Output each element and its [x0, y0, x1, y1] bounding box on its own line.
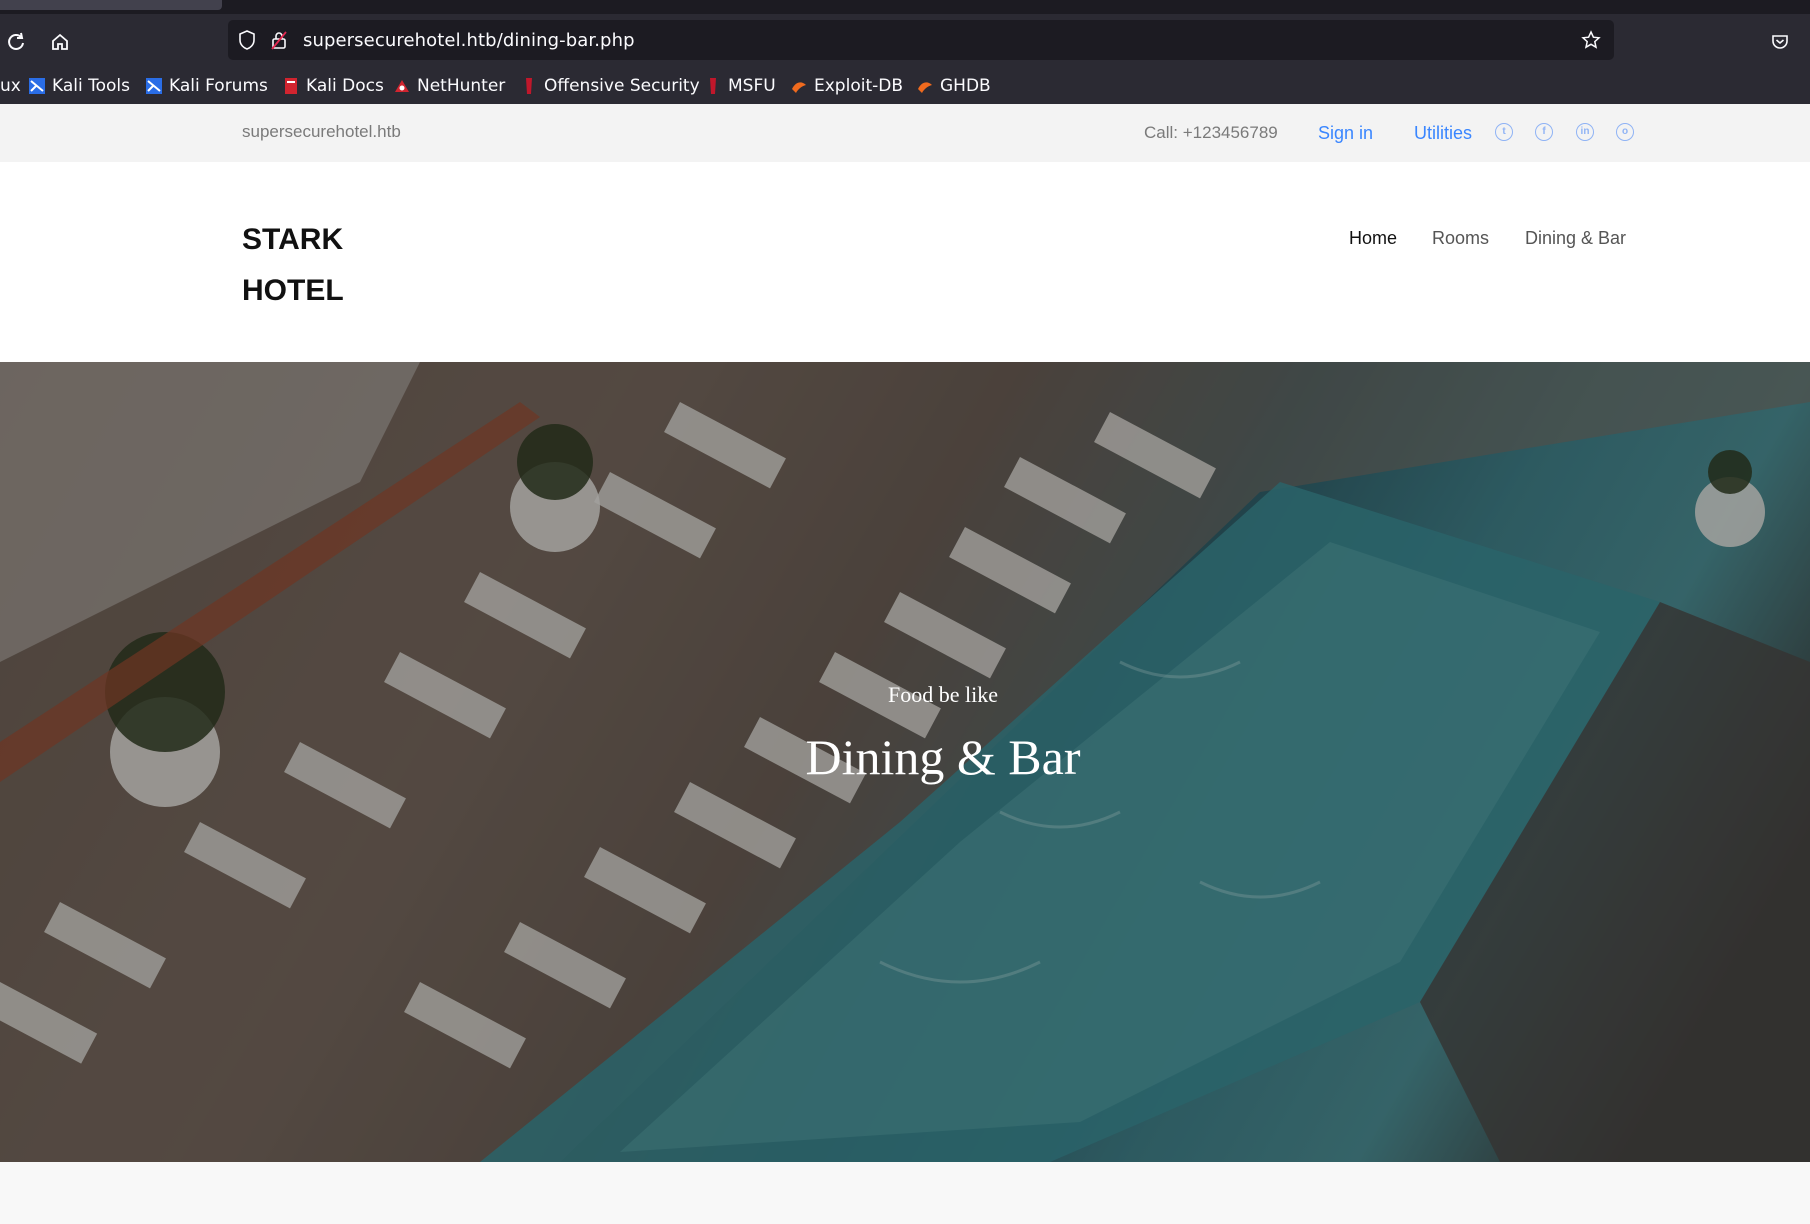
kali-icon [146, 78, 162, 94]
hero-title: Dining & Bar [805, 729, 1081, 785]
url-bar[interactable]: supersecurehotel.htb/dining-bar.php [228, 20, 1614, 60]
tab-strip [0, 0, 1810, 14]
site-domain: supersecurehotel.htb [242, 122, 401, 141]
home-icon[interactable] [46, 28, 74, 56]
bookmark-label: GHDB [940, 76, 991, 96]
nav-home[interactable]: Home [1349, 228, 1397, 249]
content-section [0, 1162, 1810, 1224]
pocket-icon[interactable] [1766, 28, 1794, 56]
bookmark-label: Kali Forums [169, 76, 268, 96]
bookmark-label: Exploit-DB [814, 76, 903, 96]
bookmark-exploit-db[interactable]: Exploit-DB [790, 73, 903, 99]
bookmark-star-icon[interactable] [1580, 29, 1602, 51]
bookmark-label: MSFU [728, 76, 776, 96]
bookmark-msfu[interactable]: MSFU [704, 73, 776, 99]
nav-dining-bar[interactable]: Dining & Bar [1525, 228, 1626, 249]
bookmark-label: ux [0, 76, 21, 96]
bookmark-ghdb[interactable]: GHDB [916, 73, 991, 99]
logo-line-1: STARK [242, 223, 344, 256]
nav-rooms[interactable]: Rooms [1432, 228, 1489, 249]
bookmark-offensive-security[interactable]: Offensive Security [520, 73, 700, 99]
utilities-link[interactable]: Utilities [1414, 123, 1472, 144]
web-page: supersecurehotel.htb Call: +123456789 Si… [0, 104, 1810, 1224]
logo-line-2: HOTEL [242, 274, 344, 307]
hero-subtitle: Food be like [888, 682, 998, 707]
bookmark-kali-tools[interactable]: Kali Tools [28, 73, 130, 99]
reload-icon[interactable] [2, 28, 30, 56]
linkedin-icon[interactable]: in [1576, 123, 1594, 141]
bookmark-linux[interactable]: ux [0, 73, 21, 99]
bookmark-label: Kali Docs [306, 76, 384, 96]
bookmark-kali-forums[interactable]: Kali Forums [145, 73, 268, 99]
kali-icon [29, 78, 45, 94]
phone-number: Call: +123456789 [1144, 123, 1278, 142]
browser-toolbar: supersecurehotel.htb/dining-bar.php [0, 14, 1810, 68]
shield-icon[interactable] [236, 29, 258, 51]
bookmark-label: NetHunter [417, 76, 506, 96]
insecure-lock-icon[interactable] [268, 29, 290, 51]
bookmark-label: Kali Tools [52, 76, 130, 96]
exploitdb-icon [792, 82, 806, 93]
offsec-icon [710, 78, 716, 94]
offsec-icon [526, 78, 532, 94]
bookmarks-toolbar: ux Kali Tools Kali Forums Kali Docs NetH… [0, 68, 1810, 104]
twitter-icon[interactable]: t [1495, 123, 1513, 141]
sign-in-link[interactable]: Sign in [1318, 123, 1373, 144]
url-text[interactable]: supersecurehotel.htb/dining-bar.php [303, 30, 635, 51]
instagram-icon[interactable]: o [1616, 123, 1634, 141]
active-tab[interactable] [0, 0, 222, 10]
bookmark-label: Offensive Security [544, 76, 700, 96]
bookmark-kali-docs[interactable]: Kali Docs [282, 73, 384, 99]
docs-icon [285, 78, 297, 94]
site-header: STARK HOTEL Home Rooms Dining & Bar [0, 162, 1810, 362]
exploitdb-icon [918, 82, 932, 93]
bookmark-nethunter[interactable]: NetHunter [393, 73, 505, 99]
facebook-icon[interactable]: f [1535, 123, 1553, 141]
hotel-logo[interactable]: STARK HOTEL [242, 214, 344, 316]
nethunter-icon [395, 80, 409, 92]
site-topbar: supersecurehotel.htb Call: +123456789 Si… [0, 104, 1810, 162]
hero-banner: Food be like Dining & Bar [0, 362, 1810, 1162]
